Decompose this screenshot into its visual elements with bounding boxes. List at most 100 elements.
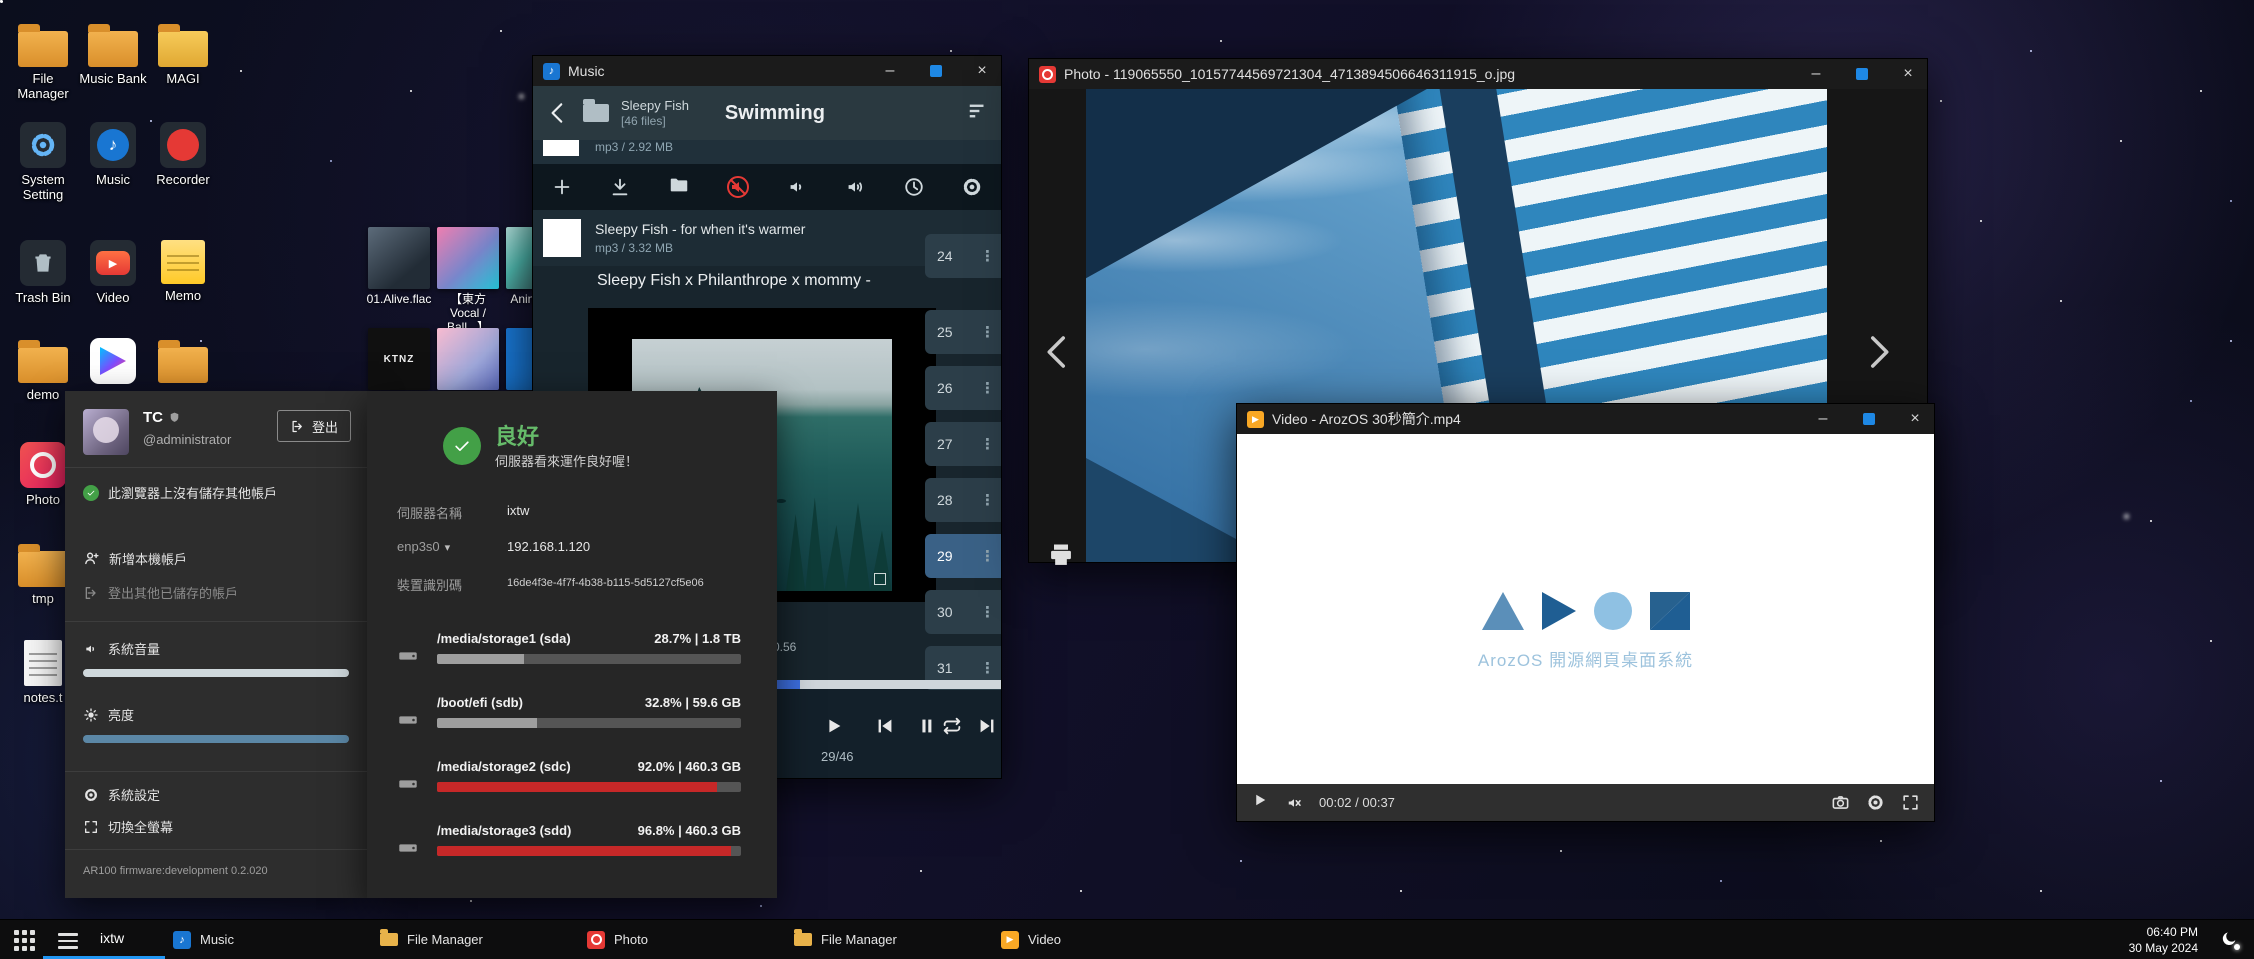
print-icon[interactable] [1047,541,1075,574]
minimize-button[interactable]: – [871,56,909,86]
kebab-menu-icon[interactable]: ⋮ [980,379,995,397]
kebab-menu-icon[interactable]: ⋮ [980,659,995,677]
next-track-icon[interactable] [976,715,998,742]
minimize-button[interactable]: – [1797,59,1835,89]
folder-name: Sleepy Fish [621,98,689,114]
desktop-icon-file-manager[interactable]: File Manager [8,22,78,102]
settings-gear-icon[interactable] [961,176,983,198]
avatar[interactable] [83,409,129,455]
brightness-slider[interactable] [83,735,349,743]
taskbar-item-video[interactable]: ▶ Video [993,920,1191,959]
repeat-icon[interactable] [941,715,963,737]
kebab-menu-icon[interactable]: ⋮ [980,323,995,341]
window-title: Photo - 119065550_10157744569721304_4713… [1064,66,1515,82]
track-number-tab[interactable]: 24⋮ [925,234,1001,278]
close-button[interactable]: × [963,56,1001,86]
hostname-label[interactable]: ixtw [100,930,124,946]
interface-dropdown[interactable]: enp3s0▾ [397,539,450,554]
kebab-menu-icon[interactable]: ⋮ [980,435,995,453]
system-settings-item[interactable]: 系統設定 [83,785,160,804]
video-titlebar[interactable]: ▶ Video - ArozOS 30秒簡介.mp4 – × [1237,404,1934,434]
desktop-icon-music-bank[interactable]: Music Bank [78,22,148,87]
kebab-menu-icon[interactable]: ⋮ [980,247,995,265]
play-icon[interactable] [1251,791,1269,814]
health-status: 良好 [495,419,539,451]
track-number-tab[interactable]: 26⋮ [925,366,1001,410]
desktop-icon-music[interactable]: ♪ Music [78,122,148,188]
desktop-file[interactable]: 【東方Vocal / Ball...】 [436,227,500,334]
taskbar-item-file-manager[interactable]: File Manager [372,920,570,959]
minimize-button[interactable]: – [1804,404,1842,434]
desktop-icon-recorder[interactable]: Recorder [148,122,218,188]
disk-usage-bar [437,782,741,792]
maximize-button[interactable] [1850,404,1888,434]
track-row-partial[interactable]: mp3 / 2.92 MB [533,140,1001,164]
track-number-tab[interactable]: 28⋮ [925,478,1001,522]
taskbar-item-file-manager-2[interactable]: File Manager [786,920,984,959]
video-player[interactable]: ArozOS 開源網頁桌面系統 00:02 / 00:37 [1237,434,1934,821]
desktop-icon-video[interactable]: ▶ Video [78,240,148,306]
next-photo-arrow[interactable] [1857,331,1899,373]
chevron-down-icon: ▾ [445,542,451,554]
desktop-icon-memo[interactable]: Memo [148,240,218,304]
taskbar-item-photo[interactable]: Photo [579,920,777,959]
arozos-brand-text: ArozOS 開源網頁桌面系統 [1237,646,1934,671]
desktop-icon-magi[interactable]: MAGI [148,22,218,87]
maximize-button[interactable] [1843,59,1881,89]
volume-high-icon[interactable] [844,176,866,198]
volume-low-icon[interactable] [786,176,808,198]
track-thumbnail [543,219,581,257]
music-icon: ♪ [90,122,136,168]
mute-icon[interactable] [1285,794,1303,812]
track-number-tab[interactable]: 30⋮ [925,590,1001,634]
close-button[interactable]: × [1889,59,1927,89]
track-number-tab-current[interactable]: 29⋮ [925,534,1001,578]
snapshot-camera-icon[interactable] [1831,793,1850,812]
clock-time: 06:40 PM [2129,925,2198,941]
settings-gear-icon[interactable] [1866,793,1885,812]
track-meta: mp3 / 3.32 MB [595,241,673,255]
taskbar-item-music[interactable]: ♪ Music [165,920,363,959]
maximize-button[interactable] [917,56,955,86]
kebab-menu-icon[interactable]: ⋮ [980,603,995,621]
pause-icon[interactable] [916,715,938,742]
desktop-file[interactable] [436,328,500,390]
add-icon[interactable] [551,176,573,198]
track-number-tab[interactable]: 27⋮ [925,422,1001,466]
logout-button[interactable]: 登出 [277,410,351,442]
sort-icon[interactable] [967,100,989,127]
volume-slider[interactable] [83,669,349,677]
desktop-icon-label: demo [27,388,60,403]
photo-titlebar[interactable]: Photo - 119065550_10157744569721304_4713… [1029,59,1927,89]
device-id-value: 16de4f3e-4f7f-4b38-b115-5d5127cf5e06 [507,577,704,589]
music-titlebar[interactable]: ♪ Music – × [533,56,1001,86]
mute-icon[interactable] [726,175,750,199]
desktop-file[interactable]: KTNZ [367,328,431,390]
add-local-account-item[interactable]: 新增本機帳戶 [83,549,187,568]
desktop-file[interactable]: 01.Alive.flac [367,227,431,307]
previous-photo-arrow[interactable] [1037,331,1079,373]
toggle-fullscreen-item[interactable]: 切換全螢幕 [83,817,173,836]
logout-saved-accounts-item[interactable]: 登出其他已儲存的帳戶 [83,583,238,602]
previous-track-icon[interactable] [874,715,896,742]
desktop-icon-label: File Manager [8,72,78,102]
fullscreen-icon[interactable] [1901,793,1920,812]
kebab-menu-icon[interactable]: ⋮ [980,491,995,509]
music-app-icon: ♪ [543,63,560,80]
desktop-icon-system-setting[interactable]: System Setting [8,122,78,203]
app-launcher-icon[interactable] [14,930,35,951]
menu-icon[interactable] [58,929,78,953]
desktop-icon-trash-bin[interactable]: Trash Bin [8,240,78,306]
folder-icon[interactable] [668,174,690,201]
desktop-icon-play-app[interactable] [78,338,148,389]
back-icon[interactable] [545,100,571,126]
download-icon[interactable] [609,176,631,198]
music-icon: ♪ [173,931,191,949]
close-button[interactable]: × [1896,404,1934,434]
kebab-menu-icon[interactable]: ⋮ [980,547,995,565]
play-icon[interactable] [823,715,845,742]
server-name-value: ixtw [507,503,529,518]
track-number-tab[interactable]: 25⋮ [925,310,1001,354]
desktop-icon-folder[interactable] [148,338,218,388]
history-icon[interactable] [903,176,925,198]
